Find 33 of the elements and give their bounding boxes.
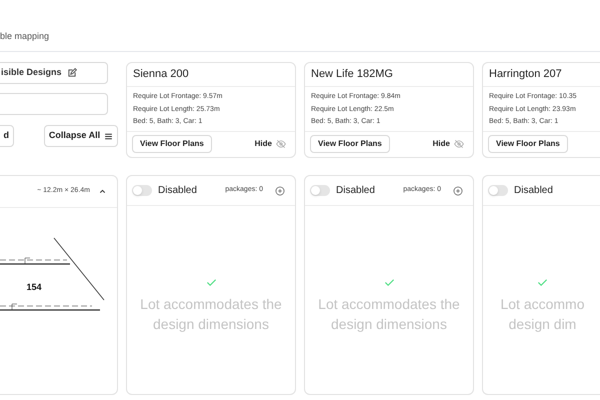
toggle-label: Disabled xyxy=(514,184,554,198)
design-name: Sienna 200 xyxy=(133,67,189,82)
toggle-switch[interactable] xyxy=(310,185,330,196)
visible-designs-button[interactable]: isible Designs xyxy=(0,62,108,84)
check-icon xyxy=(206,276,216,288)
toggle-label: Disabled xyxy=(336,184,376,198)
caret-icon[interactable] xyxy=(98,187,107,196)
toggle-label: Disabled xyxy=(158,184,198,198)
status-message: Lot accommodates the design dimensions xyxy=(318,294,460,334)
hide-button[interactable]: Hide xyxy=(432,138,468,150)
status-message: Lot accommo design dim xyxy=(500,294,585,334)
hide-button[interactable]: Hide xyxy=(254,138,290,150)
view-floor-plans-button[interactable]: View Floor Plans xyxy=(488,135,568,154)
add-circle-icon[interactable] xyxy=(453,186,463,196)
expand-button[interactable]: d xyxy=(0,125,14,147)
eye-off-icon xyxy=(276,139,286,150)
design-name: New Life 182MG xyxy=(311,67,393,82)
add-circle-icon[interactable] xyxy=(275,186,285,196)
menu-icon xyxy=(104,132,114,140)
eye-off-icon xyxy=(454,139,464,150)
design-name: Harrington 207 xyxy=(489,67,562,82)
check-icon xyxy=(384,276,394,288)
toggle-switch[interactable] xyxy=(132,185,152,196)
edit-icon xyxy=(66,68,77,78)
check-icon xyxy=(537,276,548,288)
collapse-all-button[interactable]: Collapse All xyxy=(44,125,118,147)
view-floor-plans-button[interactable]: View Floor Plans xyxy=(132,135,212,154)
status-message: Lot accommodates the design dimensions xyxy=(140,294,282,334)
lot-plan-drawing: 154 xyxy=(0,218,118,338)
view-floor-plans-button[interactable]: View Floor Plans xyxy=(310,135,390,154)
page-subtitle: ble mapping xyxy=(0,30,50,43)
toggle-switch[interactable] xyxy=(488,185,508,196)
search-field[interactable] xyxy=(0,93,108,115)
